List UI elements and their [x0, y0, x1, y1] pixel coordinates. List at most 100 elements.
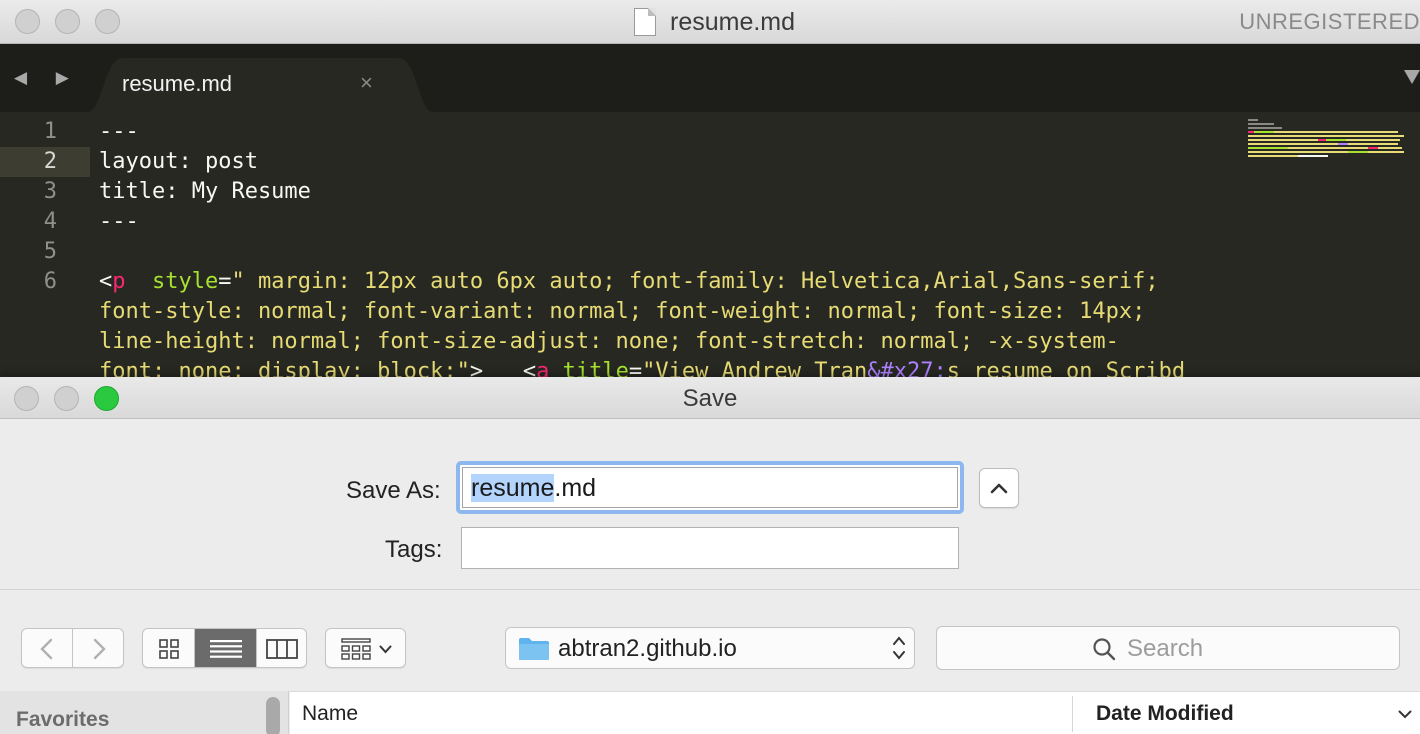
group-by-icon: [341, 638, 371, 660]
minimap-line: [1248, 123, 1274, 125]
search-placeholder: Search: [1127, 635, 1204, 662]
code-token: <: [99, 269, 113, 294]
view-mode-control: [142, 628, 307, 668]
code-line: font: none; display: block;"> <a title="…: [99, 357, 1239, 377]
tab-close-icon[interactable]: ×: [360, 70, 373, 96]
dialog-divider: [0, 589, 1420, 590]
code-token-string: font: none; display: block;": [99, 359, 470, 377]
dialog-title: Save: [682, 385, 738, 412]
line-number: 3: [43, 179, 57, 204]
sidebar-heading-favorites: Favorites: [16, 708, 110, 731]
column-view-icon: [266, 639, 298, 659]
tab-overflow-menu-icon[interactable]: [1404, 70, 1420, 84]
close-window-button[interactable]: [15, 9, 40, 34]
code-token-string: font-style: normal; font-variant: normal…: [99, 299, 1146, 324]
back-button[interactable]: [22, 629, 73, 667]
minimap-line: [1248, 147, 1402, 149]
code-token: =: [218, 269, 232, 294]
zoom-window-button[interactable]: [95, 9, 120, 34]
save-dialog: Save Save As: resume.md Tags: abtran2.gi…: [0, 377, 1420, 734]
minimap-line: [1248, 155, 1328, 157]
code-token-tag: a: [536, 359, 550, 377]
chevron-up-icon: [990, 483, 1008, 494]
minimap[interactable]: [1248, 117, 1408, 192]
minimap-line: [1248, 127, 1282, 129]
minimize-window-button[interactable]: [55, 9, 80, 34]
filename-extension: .md: [554, 474, 597, 502]
code-line: line-height: normal; font-size-adjust: n…: [99, 327, 1239, 357]
line-number-gutter: 1 2 3 4 5 6: [0, 117, 90, 297]
tab-label: resume.md: [122, 71, 233, 96]
line-number: 4: [43, 209, 57, 234]
minimap-line: [1248, 139, 1400, 141]
code-token: ---: [99, 209, 139, 234]
code-token: > <: [469, 359, 537, 377]
minimap-line: [1248, 151, 1404, 153]
document-icon: [634, 8, 656, 36]
column-header-name[interactable]: Name: [302, 702, 358, 726]
line-number: 2: [0, 147, 90, 177]
up-down-arrows-icon: [893, 636, 905, 660]
tab-nav-arrows-icon[interactable]: ◀ ▶: [14, 68, 81, 88]
code-token-entity: &#x27;: [867, 359, 947, 377]
editor-titlebar: resume.md UNREGISTERED: [0, 0, 1420, 44]
save-as-field[interactable]: resume.md: [456, 461, 964, 514]
folder-icon: [519, 638, 549, 660]
save-as-input[interactable]: resume.md: [462, 467, 958, 508]
minimap-line: [1248, 131, 1398, 133]
line-number: 1: [43, 119, 57, 144]
search-icon: [1093, 638, 1116, 661]
expand-dialog-button[interactable]: [979, 468, 1019, 508]
sort-descending-icon[interactable]: [1398, 710, 1412, 719]
code-editor[interactable]: 1 2 3 4 5 6 --- layout: post title: My R…: [0, 112, 1420, 377]
back-forward-control: [21, 628, 124, 668]
tab-resume-md[interactable]: resume.md ×: [88, 56, 433, 112]
code-token: layout: post: [99, 149, 258, 174]
code-line: ---: [99, 117, 1239, 147]
location-popup[interactable]: abtran2.github.io: [505, 627, 915, 669]
tab-bar: ◀ ▶ resume.md ×: [0, 44, 1420, 112]
minimap-line: [1248, 119, 1258, 121]
code-token: title: My Resume: [99, 179, 311, 204]
code-token: =: [628, 359, 643, 377]
column-separator[interactable]: [1072, 696, 1073, 732]
icon-view-button[interactable]: [143, 629, 195, 667]
code-token-string: "View Andrew Tran: [642, 359, 868, 377]
tags-input[interactable]: [461, 527, 959, 569]
save-as-label: Save As:: [346, 477, 441, 504]
line-number: 6: [43, 269, 57, 294]
file-list-header: Name Date Modified: [290, 691, 1420, 734]
filename-selection: resume: [471, 474, 555, 502]
code-token-tag: p: [112, 269, 126, 294]
tags-label: Tags:: [385, 536, 443, 563]
chevron-down-icon: [379, 645, 392, 654]
code-token: ---: [99, 119, 139, 144]
window-title-group: resume.md: [634, 6, 795, 38]
dialog-titlebar: Save: [0, 377, 1420, 419]
window-title: resume.md: [670, 7, 796, 36]
chevron-right-icon: [93, 638, 106, 660]
icon-view-icon: [159, 639, 179, 659]
code-line: title: My Resume: [99, 177, 1239, 207]
minimap-line: [1248, 143, 1398, 145]
code-line: font-style: normal; font-variant: normal…: [99, 297, 1239, 327]
list-view-button[interactable]: [195, 629, 257, 667]
list-view-icon: [210, 640, 242, 658]
sidebar-scrollbar[interactable]: [266, 697, 280, 734]
line-number: 5: [43, 239, 57, 264]
column-view-button[interactable]: [257, 629, 306, 667]
chevron-left-icon: [40, 638, 53, 660]
code-token-attr: title: [562, 359, 629, 377]
unregistered-label: UNREGISTERED: [1239, 9, 1420, 34]
code-line: <p style=" margin: 12px auto 6px auto; f…: [99, 267, 1239, 297]
code-text[interactable]: --- layout: post title: My Resume --- <p…: [99, 117, 1239, 377]
location-label: abtran2.github.io: [558, 635, 737, 662]
forward-button[interactable]: [73, 629, 124, 667]
search-input[interactable]: Search: [936, 626, 1400, 670]
column-header-date-modified[interactable]: Date Modified: [1096, 702, 1234, 726]
code-token-string: s resume on Scribd: [946, 359, 1186, 377]
sidebar: Favorites: [0, 691, 289, 734]
code-line: layout: post: [99, 147, 1239, 177]
group-by-button[interactable]: [325, 628, 406, 668]
